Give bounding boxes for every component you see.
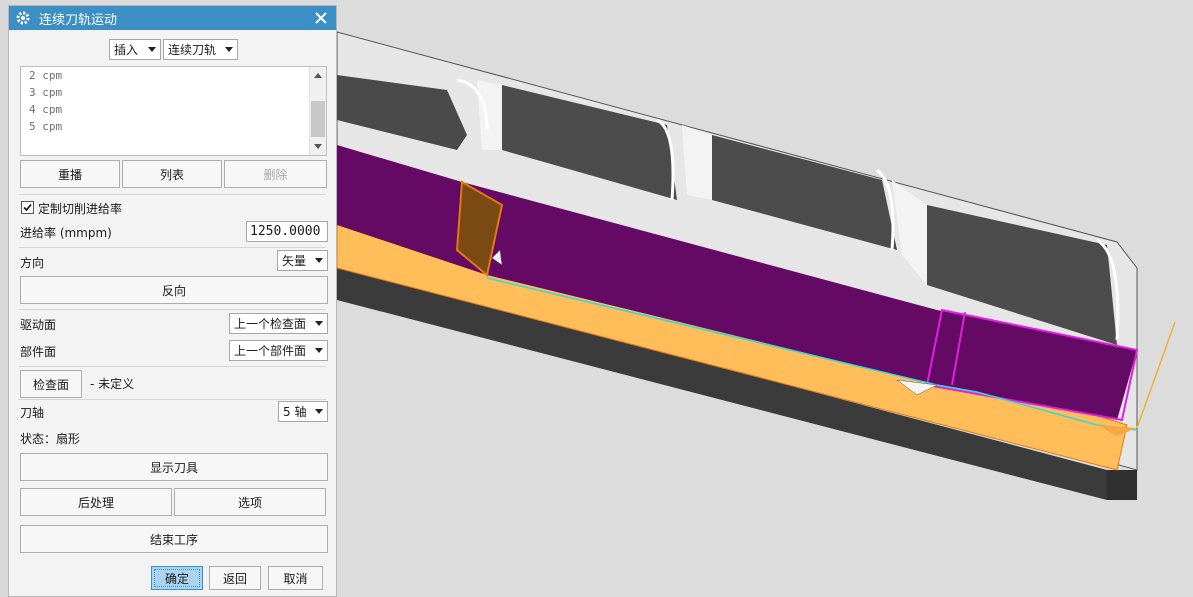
- divider: [19, 247, 326, 248]
- replay-button[interactable]: 重播: [20, 160, 120, 188]
- part-model-render: [337, 31, 1176, 500]
- chevron-down-icon: [148, 47, 156, 52]
- scroll-down-icon[interactable]: [314, 144, 322, 149]
- divider: [19, 399, 326, 400]
- scroll-up-icon[interactable]: [314, 73, 322, 78]
- drive-surface-combo[interactable]: 上一个检查面: [229, 313, 328, 334]
- scroll-thumb[interactable]: [311, 101, 325, 137]
- tool-axis-combo[interactable]: 5 轴: [278, 401, 328, 422]
- tool-axis-label: 刀轴: [20, 406, 45, 420]
- list-button[interactable]: 列表: [122, 160, 222, 188]
- custom-feed-checkbox[interactable]: [21, 201, 34, 214]
- chevron-down-icon: [315, 409, 323, 414]
- list-scrollbar[interactable]: [309, 67, 326, 155]
- divider: [19, 309, 326, 310]
- end-operation-button[interactable]: 结束工序: [20, 525, 328, 553]
- dialog-titlebar: 连续刀轨运动: [9, 6, 336, 30]
- chevron-down-icon: [315, 321, 323, 326]
- options-button[interactable]: 选项: [174, 488, 326, 516]
- cancel-button[interactable]: 取消: [268, 566, 323, 590]
- check-surface-status: - 未定义: [90, 377, 135, 391]
- part-surface-combo-value: 上一个部件面: [234, 344, 307, 358]
- motion-list[interactable]: 2 cpm 3 cpm 4 cpm 5 cpm: [20, 66, 327, 156]
- list-item[interactable]: 4 cpm: [21, 101, 326, 118]
- motion-type-combo-value: 连续刀轨: [168, 43, 217, 57]
- part-surface-combo[interactable]: 上一个部件面: [229, 340, 328, 361]
- motion-type-combo[interactable]: 连续刀轨: [163, 39, 238, 60]
- checkmark-icon: [23, 203, 32, 212]
- status-text: 状态：扇形: [20, 432, 81, 446]
- graphics-viewport[interactable]: [337, 0, 1193, 597]
- continuous-path-motion-dialog: 连续刀轨运动 插入 连续刀轨 2 cpm 3 cpm 4 cpm 5 cpm 重…: [8, 5, 337, 597]
- feed-rate-label: 进给率 (mmpm): [20, 226, 112, 240]
- drive-surface-combo-value: 上一个检查面: [234, 317, 307, 331]
- direction-combo[interactable]: 矢量: [277, 250, 328, 271]
- direction-label: 方向: [20, 256, 45, 270]
- direction-combo-value: 矢量: [282, 254, 307, 268]
- divider: [19, 194, 326, 195]
- postprocess-button[interactable]: 后处理: [20, 488, 172, 516]
- list-item[interactable]: 5 cpm: [21, 118, 326, 135]
- part-surface-label: 部件面: [20, 345, 57, 359]
- ok-button[interactable]: 确定: [151, 566, 203, 590]
- chevron-down-icon: [225, 47, 233, 52]
- tool-axis-combo-value: 5 轴: [283, 405, 307, 419]
- list-item[interactable]: 2 cpm: [21, 67, 326, 84]
- divider: [19, 366, 326, 367]
- check-surface-button[interactable]: 检查面: [20, 370, 82, 398]
- drive-surface-label: 驱动面: [20, 318, 57, 332]
- insert-combo-value: 插入: [114, 43, 139, 57]
- delete-button[interactable]: 删除: [224, 160, 327, 188]
- show-tool-button[interactable]: 显示刀具: [20, 453, 328, 481]
- dialog-title: 连续刀轨运动: [39, 12, 118, 28]
- custom-feed-label: 定制切削进给率: [38, 202, 123, 216]
- feed-rate-input[interactable]: 1250.0000: [246, 221, 328, 242]
- list-item[interactable]: 3 cpm: [21, 84, 326, 101]
- chevron-down-icon: [315, 348, 323, 353]
- chevron-down-icon: [315, 258, 323, 263]
- insert-combo[interactable]: 插入: [109, 39, 161, 60]
- back-button[interactable]: 返回: [209, 566, 261, 590]
- close-icon[interactable]: [314, 11, 328, 25]
- reverse-button[interactable]: 反向: [20, 276, 328, 304]
- gear-icon: [16, 11, 30, 25]
